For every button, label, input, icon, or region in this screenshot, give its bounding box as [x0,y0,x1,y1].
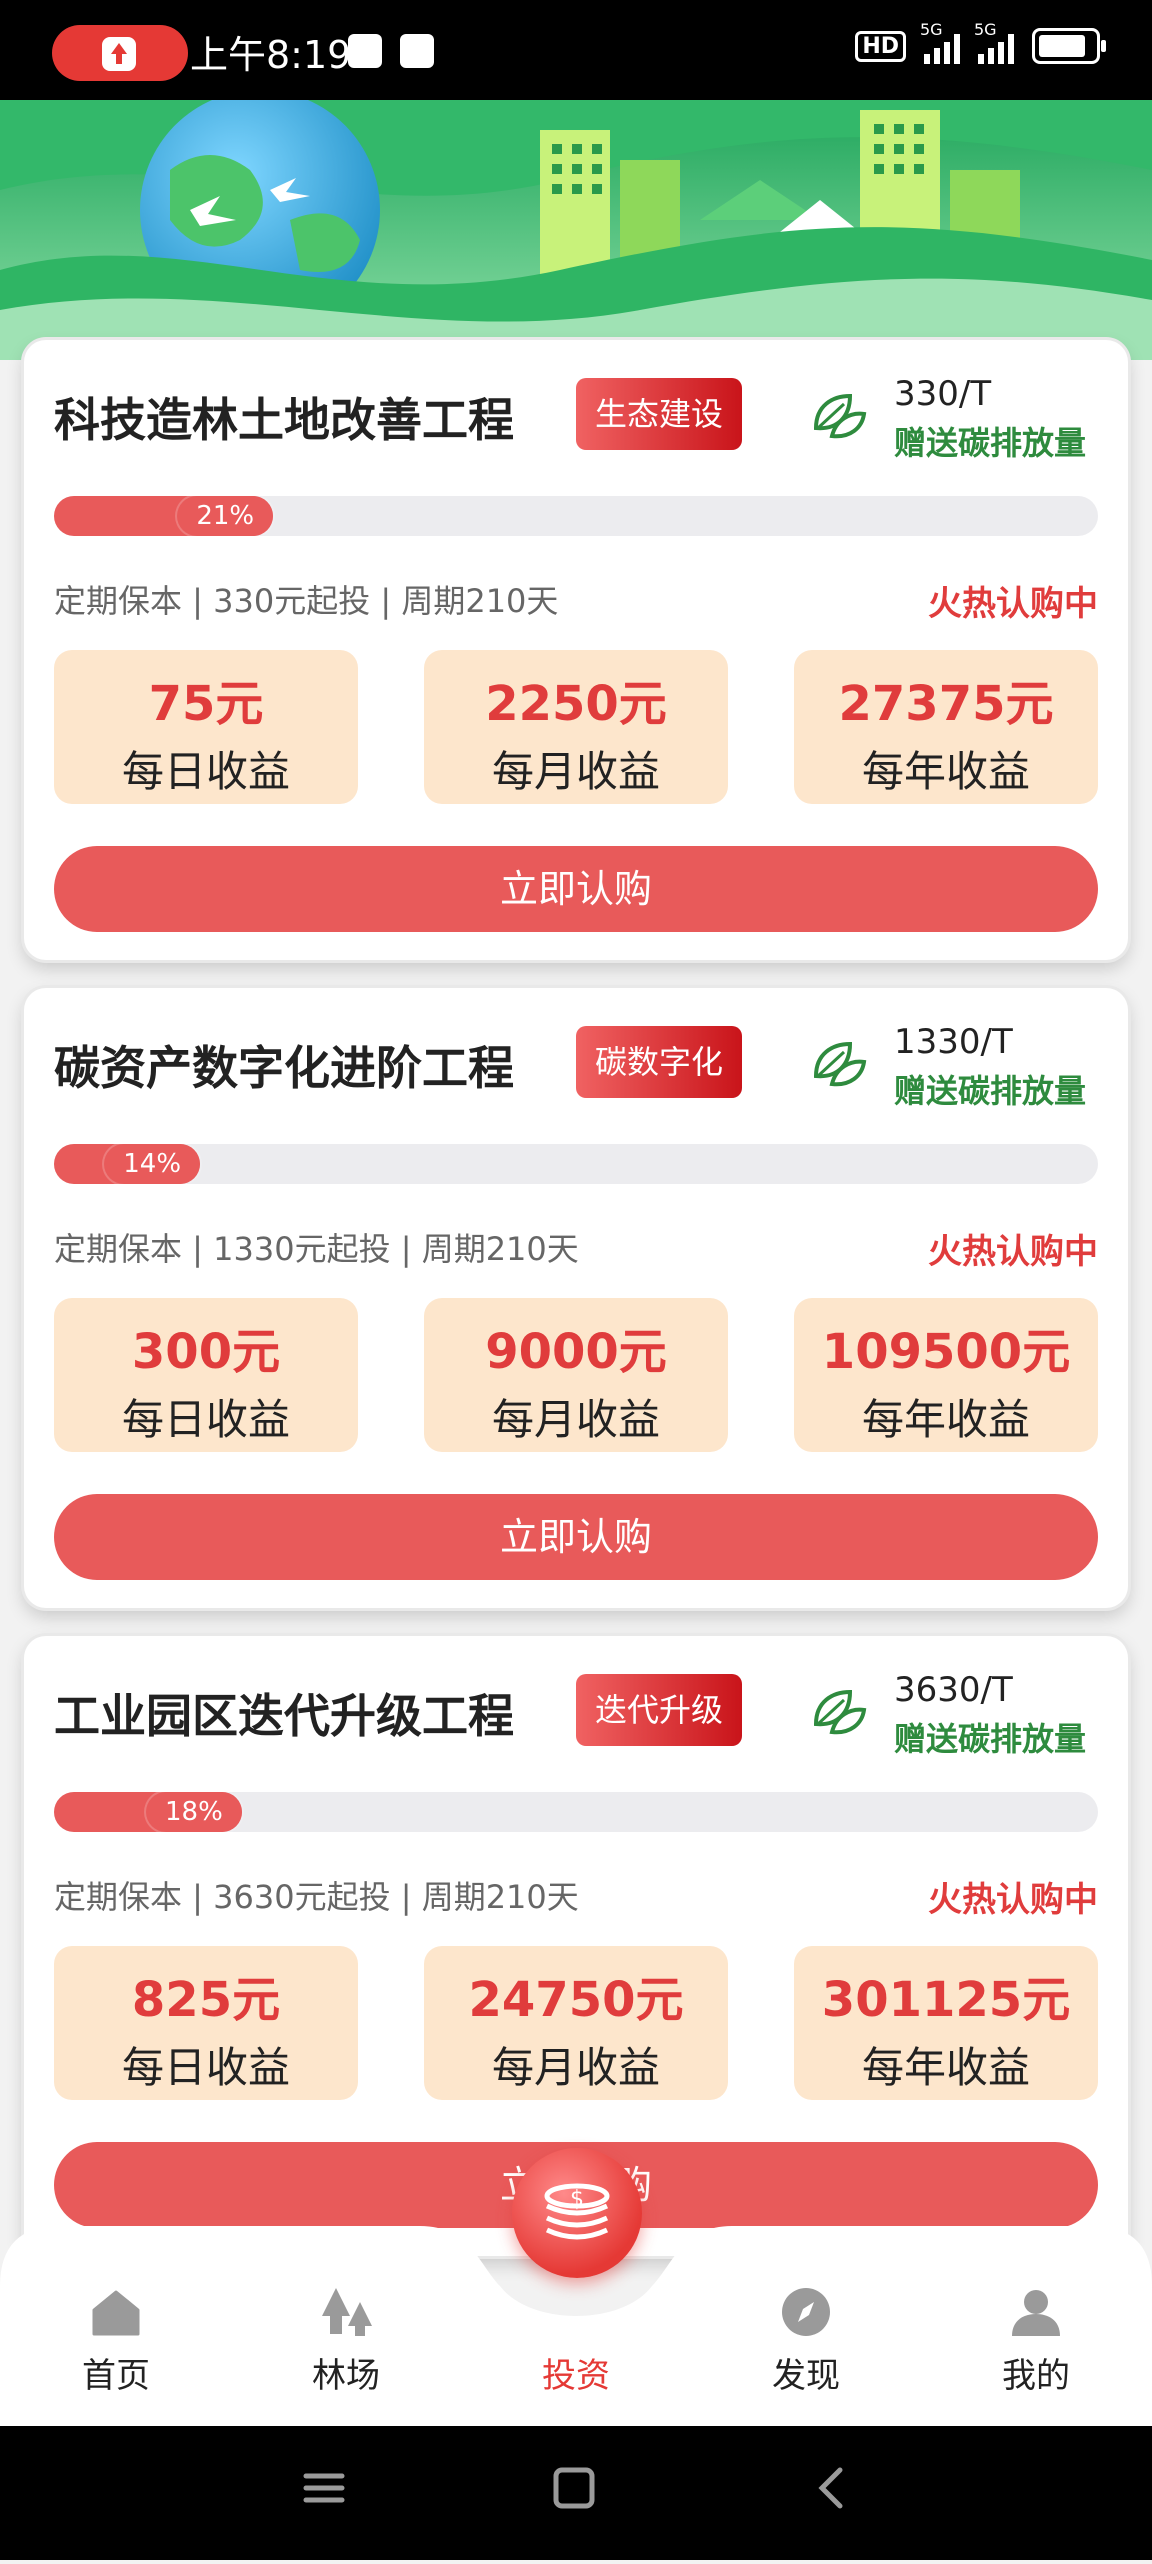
earnings-value: 301125元 [821,1972,1071,2028]
notification-icon [348,34,382,68]
progress-bar: 14% [54,1144,1098,1184]
nav-home[interactable]: 首页 [36,2282,196,2397]
status-bar: 上午8:19 HD 5G 5G [0,0,1152,100]
product-terms: 定期保本 | 330元起投 | 周期210天 [54,582,559,620]
earnings-label: 每日收益 [121,1395,290,1444]
network-type-label: 5G [920,20,943,39]
nav-label: 首页 [82,2356,150,2396]
earnings-value: 2250元 [485,676,667,732]
progress-label: 21% [177,496,274,536]
product-title: 工业园区迭代升级工程 [54,1689,514,1743]
nav-profile[interactable]: 我的 [956,2282,1116,2397]
status-badge: 火热认购中 [928,1880,1098,1920]
product-terms: 定期保本 | 3630元起投 | 周期210天 [54,1878,579,1916]
carbon-label: 赠送碳排放量 [894,1720,1087,1758]
daily-earnings: 75元 每日收益 [54,650,358,804]
product-title: 科技造林土地改善工程 [54,393,514,447]
invest-tab-spacer [546,2282,606,2342]
daily-earnings: 825元 每日收益 [54,1946,358,2100]
earnings-label: 每年收益 [861,2043,1030,2092]
earnings-value: 300元 [131,1324,281,1380]
yearly-earnings: 109500元 每年收益 [794,1298,1098,1452]
yearly-earnings: 27375元 每年收益 [794,650,1098,804]
bottom-nav: $ 首页 林场 投资 发现 我的 [0,2148,1152,2426]
product-tag: 生态建设 [576,378,742,450]
earnings-value: 825元 [131,1972,281,2028]
progress-bar: 18% [54,1792,1098,1832]
nav-forest[interactable]: 林场 [266,2282,426,2397]
yearly-earnings: 301125元 每年收益 [794,1946,1098,2100]
subscribe-button[interactable]: 立即认购 [54,846,1098,932]
earnings-label: 每年收益 [861,747,1030,796]
earnings-value: 109500元 [821,1324,1071,1380]
trees-icon [322,2288,372,2336]
progress-label: 18% [145,1792,242,1832]
system-nav-bar [0,2426,1152,2560]
daily-earnings: 300元 每日收益 [54,1298,358,1452]
product-title: 碳资产数字化进阶工程 [54,1041,514,1095]
earnings-label: 每日收益 [121,747,290,796]
carbon-amount: 3630/T [894,1670,1013,1710]
earnings-value: 27375元 [838,676,1054,732]
banner-illustration [0,100,1152,360]
nav-label: 发现 [772,2356,840,2396]
carbon-amount: 1330/T [894,1022,1013,1062]
home-icon [92,2290,140,2336]
svg-text:$: $ [570,2187,584,2212]
user-icon [1012,2290,1060,2336]
signal-icon: 5G [920,20,960,64]
earnings-label: 每月收益 [491,2043,660,2092]
eco-banner [0,100,1152,360]
monthly-earnings: 2250元 每月收益 [424,650,728,804]
product-tag: 迭代升级 [576,1674,742,1746]
carbon-label: 赠送碳排放量 [894,1072,1087,1110]
progress-label: 14% [104,1144,201,1184]
leaf-icon [813,393,867,439]
product-card[interactable]: 科技造林土地改善工程 生态建设 330/T 赠送碳排放量 21% 定期保本 | … [24,340,1128,960]
nav-discover[interactable]: 发现 [726,2282,886,2397]
carbon-label: 赠送碳排放量 [894,424,1087,462]
nav-label: 我的 [1002,2356,1070,2396]
earnings-value: 75元 [148,676,264,732]
product-tag: 碳数字化 [576,1026,742,1098]
product-terms: 定期保本 | 1330元起投 | 周期210天 [54,1230,579,1268]
status-time: 上午8:19 [190,33,352,77]
menu-icon[interactable] [303,2473,345,2503]
battery-icon [1032,28,1106,64]
monthly-earnings: 9000元 每月收益 [424,1298,728,1452]
status-indicators: HD 5G 5G [855,20,1106,64]
earnings-label: 每日收益 [121,2043,290,2092]
nav-label: 林场 [312,2356,380,2396]
subscribe-button[interactable]: 立即认购 [54,1494,1098,1580]
upload-icon [102,37,136,71]
status-badge: 火热认购中 [928,584,1098,624]
home-system-icon[interactable] [553,2467,595,2509]
earnings-label: 每年收益 [861,1395,1030,1444]
nav-invest[interactable]: 投资 [496,2282,656,2397]
back-icon[interactable] [818,2467,843,2509]
carbon-amount: 330/T [894,374,992,414]
leaf-icon [813,1041,867,1087]
upload-indicator[interactable] [52,25,188,81]
earnings-value: 9000元 [485,1324,667,1380]
system-nav-buttons [303,2467,843,2509]
earnings-label: 每月收益 [491,1395,660,1444]
leaf-icon [813,1689,867,1735]
signal-icon-2: 5G [974,20,1014,64]
invest-center-button[interactable]: $ [512,2148,642,2278]
compass-icon [782,2288,830,2336]
product-card[interactable]: 碳资产数字化进阶工程 碳数字化 1330/T 赠送碳排放量 14% 定期保本 |… [24,988,1128,1608]
network-type-label-2: 5G [974,20,997,39]
notification-icon-2 [400,34,434,68]
status-badge: 火热认购中 [928,1232,1098,1272]
earnings-label: 每月收益 [491,747,660,796]
coins-icon: $ [544,2183,610,2240]
nav-label: 投资 [542,2356,610,2396]
earnings-value: 24750元 [468,1972,684,2028]
progress-bar: 21% [54,496,1098,536]
hd-voice-icon: HD [855,30,906,62]
monthly-earnings: 24750元 每月收益 [424,1946,728,2100]
